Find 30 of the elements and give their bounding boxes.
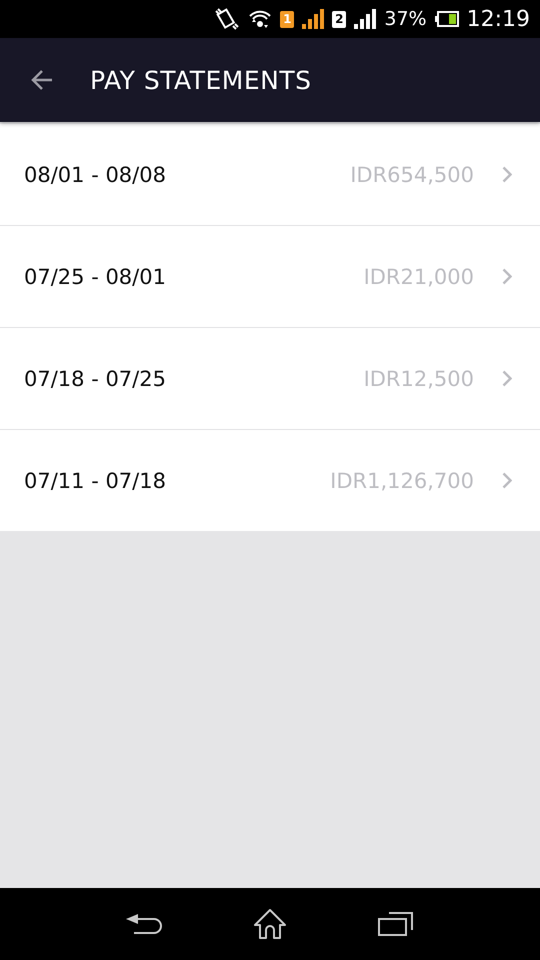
statement-period: 08/01 - 08/08 bbox=[24, 162, 167, 186]
signal-icon bbox=[354, 9, 376, 29]
recent-apps-button[interactable] bbox=[378, 911, 414, 937]
chevron-right-icon bbox=[502, 370, 512, 387]
sim-badge: 1 bbox=[280, 10, 294, 28]
statement-row[interactable]: 08/01 - 08/08 IDR654,500 bbox=[0, 124, 540, 226]
battery-icon bbox=[434, 11, 459, 27]
statement-amount: IDR654,500 bbox=[350, 162, 474, 186]
chevron-right-icon bbox=[502, 472, 512, 489]
back-button[interactable] bbox=[126, 911, 162, 937]
statement-row[interactable]: 07/18 - 07/25 IDR12,500 bbox=[0, 328, 540, 430]
statement-period: 07/11 - 07/18 bbox=[24, 468, 167, 492]
home-button[interactable] bbox=[252, 908, 287, 940]
battery-percent: 37% bbox=[384, 8, 427, 30]
page-title: PAY STATEMENTS bbox=[90, 66, 312, 94]
back-arrow-icon bbox=[30, 68, 54, 92]
chevron-right-icon bbox=[502, 166, 512, 183]
clock-time: 12:19 bbox=[466, 6, 530, 32]
statement-amount: IDR12,500 bbox=[364, 366, 474, 390]
statement-period: 07/25 - 08/01 bbox=[24, 264, 167, 288]
chevron-right-icon bbox=[502, 268, 512, 285]
wifi-icon bbox=[248, 8, 272, 30]
statement-row[interactable]: 07/25 - 08/01 IDR21,000 bbox=[0, 226, 540, 328]
statement-amount: IDR1,126,700 bbox=[330, 468, 474, 492]
statement-row[interactable]: 07/11 - 07/18 IDR1,126,700 bbox=[0, 430, 540, 531]
vibrate-icon bbox=[214, 7, 240, 31]
statement-amount: IDR21,000 bbox=[364, 264, 474, 288]
statement-period: 07/18 - 07/25 bbox=[24, 366, 167, 390]
sim-badge: 2 bbox=[332, 10, 346, 28]
signal-icon bbox=[302, 9, 324, 29]
